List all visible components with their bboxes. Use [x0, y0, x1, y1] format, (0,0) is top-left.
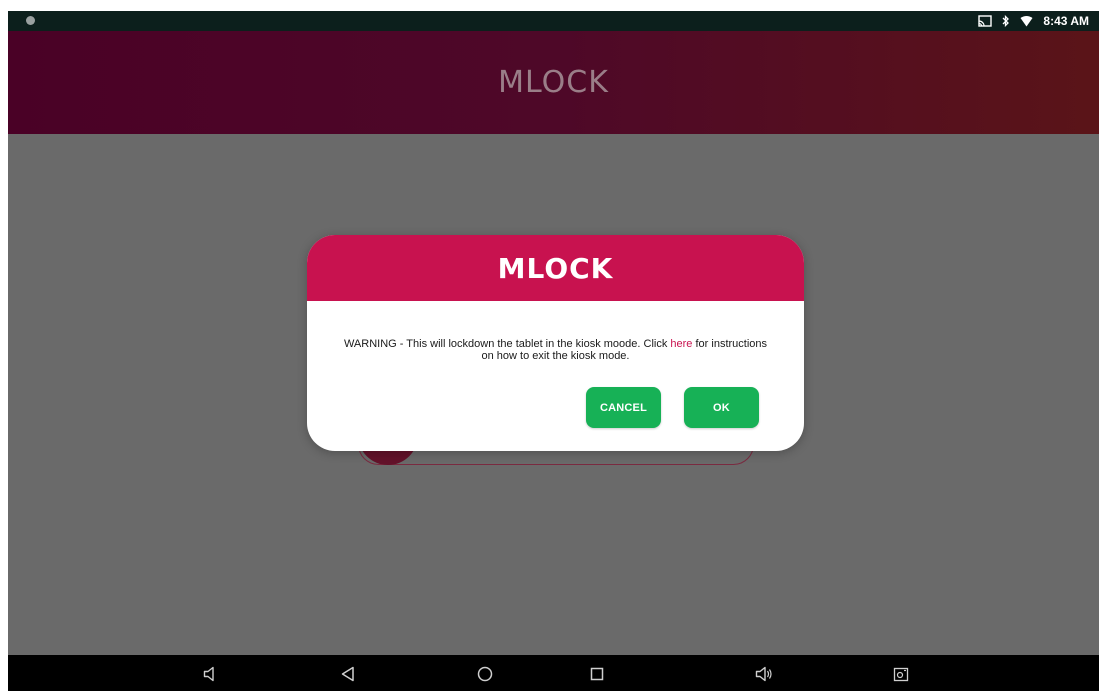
screen: 8:43 AM MLOCK MLOCK WARNING - This will …	[8, 11, 1099, 691]
status-bar: 8:43 AM	[8, 11, 1099, 31]
volume-up-icon[interactable]	[753, 663, 775, 685]
ok-button[interactable]: OK	[684, 387, 759, 428]
status-time: 8:43 AM	[1043, 14, 1089, 28]
instructions-link[interactable]: here	[670, 338, 692, 350]
warning-dialog: MLOCK WARNING - This will lockdown the t…	[307, 235, 804, 451]
volume-down-icon[interactable]	[199, 663, 221, 685]
app-header: MLOCK	[8, 31, 1099, 134]
app-title: MLOCK	[498, 65, 609, 100]
recents-icon[interactable]	[586, 663, 608, 685]
bluetooth-icon	[1002, 15, 1010, 27]
home-icon[interactable]	[474, 663, 496, 685]
cancel-button[interactable]: CANCEL	[586, 387, 661, 428]
message-text-start: WARNING - This will lockdown the tablet …	[343, 338, 671, 350]
cast-icon	[978, 15, 993, 27]
back-icon[interactable]	[337, 663, 359, 685]
dialog-message: WARNING - This will lockdown the tablet …	[337, 338, 774, 362]
dialog-title: MLOCK	[497, 251, 614, 285]
dialog-header: MLOCK	[307, 235, 804, 301]
status-icons: 8:43 AM	[978, 13, 1089, 29]
notification-dot-icon	[26, 16, 35, 25]
navigation-bar	[8, 655, 1099, 691]
wifi-icon	[1020, 15, 1033, 27]
screenshot-icon[interactable]	[890, 663, 912, 685]
